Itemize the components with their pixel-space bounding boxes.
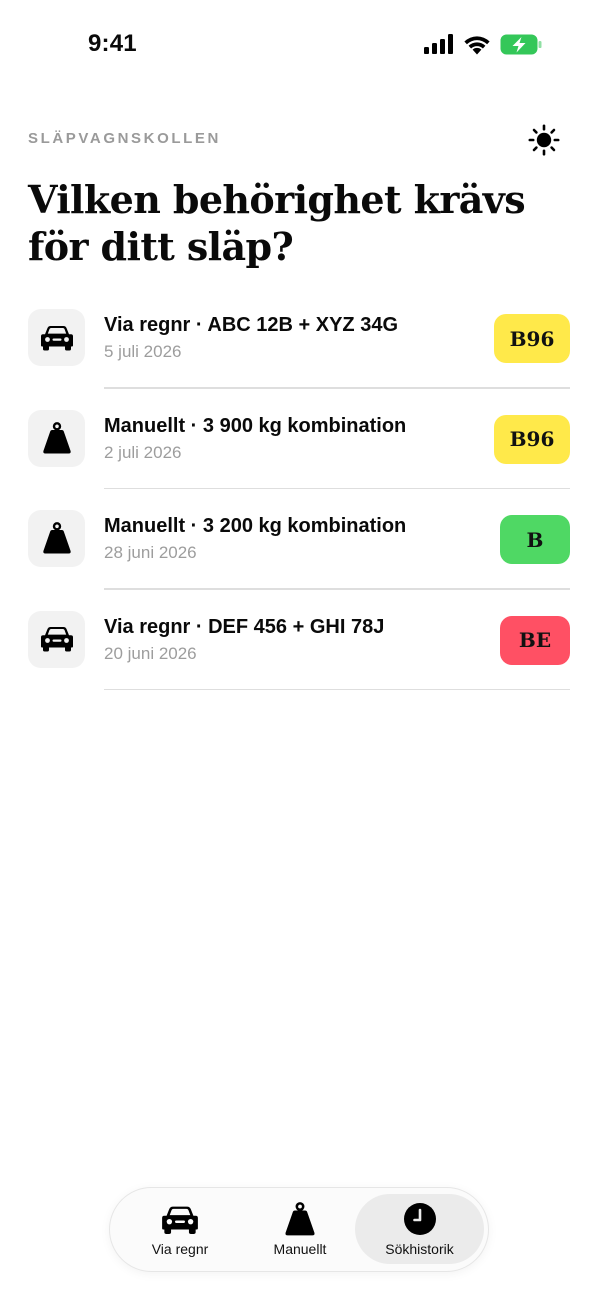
license-badge: B96 [494,314,570,363]
row-icon-container [28,309,85,366]
history-row[interactable]: Manuellt · 3 900 kg kombination 2 juli 2… [0,389,598,489]
signal-icon [424,34,453,54]
weight-icon [42,522,71,554]
sun-icon [528,124,560,156]
row-icon-container [28,409,85,467]
history-row[interactable]: Via regnr · ABC 12B + XYZ 34G 5 juli 202… [0,288,598,389]
row-icon-container [28,610,85,668]
status-bar: 9:41 [0,0,598,90]
tab-label: Manuellt [273,1241,327,1257]
tab-via-regnr[interactable]: Via regnr [130,1188,230,1270]
tab-manuellt[interactable]: Manuellt [250,1188,350,1270]
tab-label: Sökhistorik [385,1241,454,1257]
row-icon-container [28,510,85,567]
row-title: Manuellt · 3 200 kg kombination [104,515,407,537]
car-icon [40,627,73,652]
row-date: 28 juni 2026 [104,543,197,562]
row-divider [104,688,570,690]
history-row[interactable]: Manuellt · 3 200 kg kombination 28 juni … [0,489,598,590]
status-icons [424,32,542,56]
battery-charging-icon [500,34,542,54]
theme-toggle-button[interactable] [524,120,564,160]
history-row[interactable]: Via regnr · DEF 456 + GHI 78J 20 juni 20… [0,590,598,690]
tab-bar: Via regnr Manuellt Sökhistorik [109,1187,489,1272]
clock-icon [403,1203,436,1235]
row-title: Via regnr · ABC 12B + XYZ 34G [104,314,398,336]
row-date: 2 juli 2026 [104,442,182,462]
row-title: Via regnr · DEF 456 + GHI 78J [104,615,385,638]
wifi-icon [464,35,490,54]
page-title: Vilken behörighet krävs för ditt släp? [28,177,526,269]
row-date: 20 juni 2026 [104,643,197,663]
tab-label: Via regnr [151,1241,209,1257]
weight-icon [285,1202,315,1236]
license-badge: BE [500,615,570,665]
license-badge: B96 [494,414,570,464]
history-list: Via regnr · ABC 12B + XYZ 34G 5 juli 202… [0,288,598,690]
tab-sokhistorik[interactable]: Sökhistorik [355,1188,484,1270]
car-icon [162,1206,198,1234]
row-title: Manuellt · 3 900 kg kombination [104,414,407,437]
status-time: 9:41 [88,30,137,57]
weight-icon [42,421,71,453]
row-date: 5 juli 2026 [104,342,182,361]
app-name: SLÄPVAGNSKOLLEN [28,130,221,147]
car-icon [40,325,73,350]
license-badge: B [500,515,570,564]
